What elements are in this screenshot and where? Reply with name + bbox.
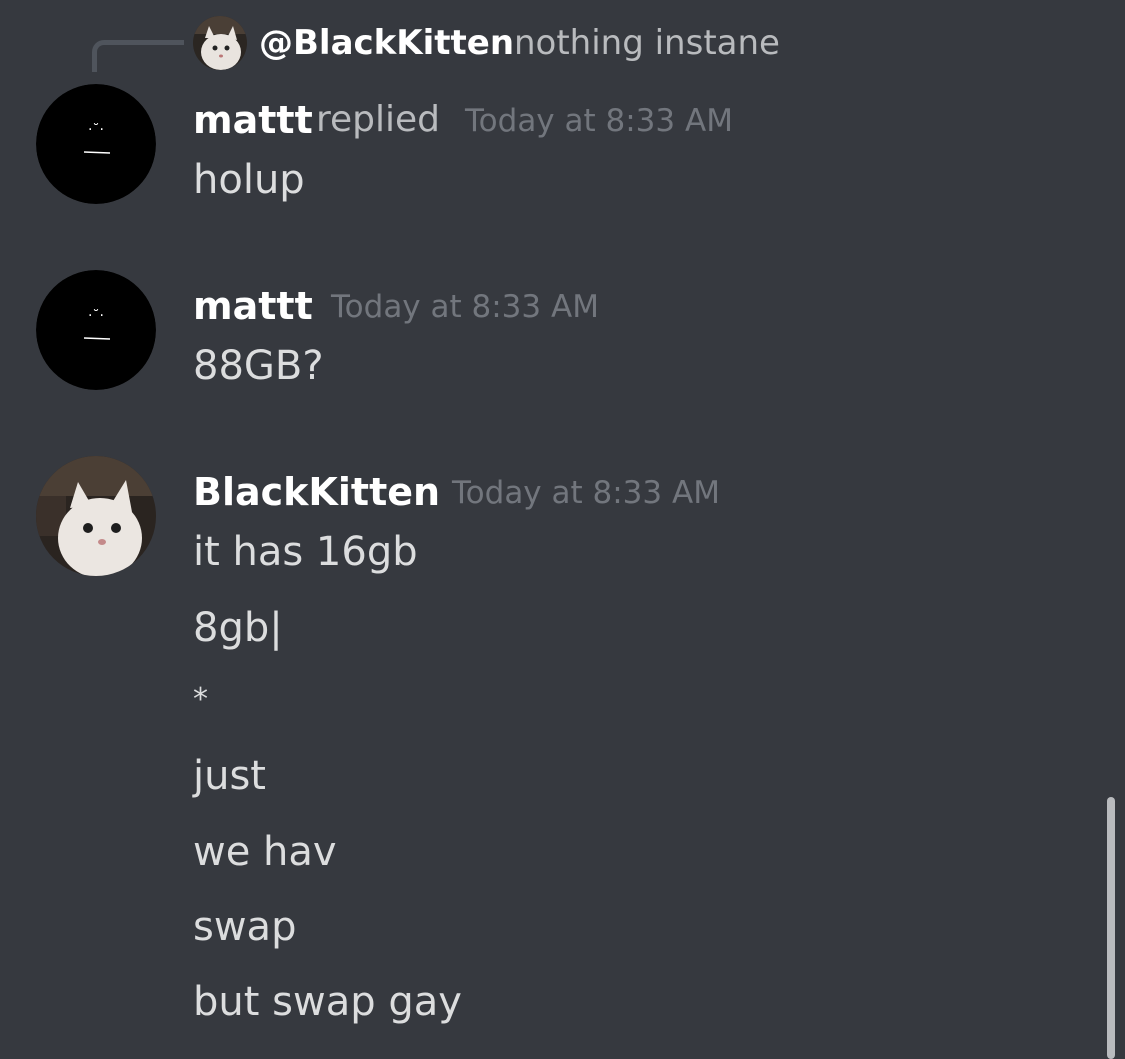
username[interactable]: mattt — [193, 95, 313, 145]
reply-mention[interactable]: @BlackKitten — [259, 20, 514, 66]
timestamp: Today at 8:33 AM — [465, 103, 733, 139]
scrollbar[interactable] — [1107, 797, 1115, 1059]
message-text: 88GB? — [193, 343, 324, 389]
replied-label: replied — [316, 99, 441, 140]
message-text: holup — [193, 157, 305, 203]
svg-text:·˘·: ·˘· — [88, 308, 104, 324]
avatar[interactable]: ·˘· — [36, 84, 156, 204]
svg-text:·˘·: ·˘· — [88, 122, 104, 138]
reply-connector-line — [92, 40, 184, 72]
avatar[interactable] — [36, 456, 156, 576]
reply-avatar[interactable] — [193, 16, 247, 70]
avatar[interactable]: ·˘· — [36, 270, 156, 390]
username[interactable]: BlackKitten — [193, 467, 440, 517]
message-text: * — [193, 682, 208, 717]
message-text: but swap gay — [193, 979, 462, 1025]
message-text: we hav — [193, 829, 337, 875]
timestamp: Today at 8:33 AM — [331, 289, 599, 325]
message-text: 8gb| — [193, 605, 283, 651]
timestamp: Today at 8:33 AM — [452, 475, 720, 511]
message-text: just — [193, 753, 266, 799]
message-text: swap — [193, 904, 297, 950]
username[interactable]: mattt — [193, 281, 313, 331]
reply-preview-text[interactable]: nothing instane — [514, 20, 780, 66]
message-text: it has 16gb — [193, 529, 418, 575]
